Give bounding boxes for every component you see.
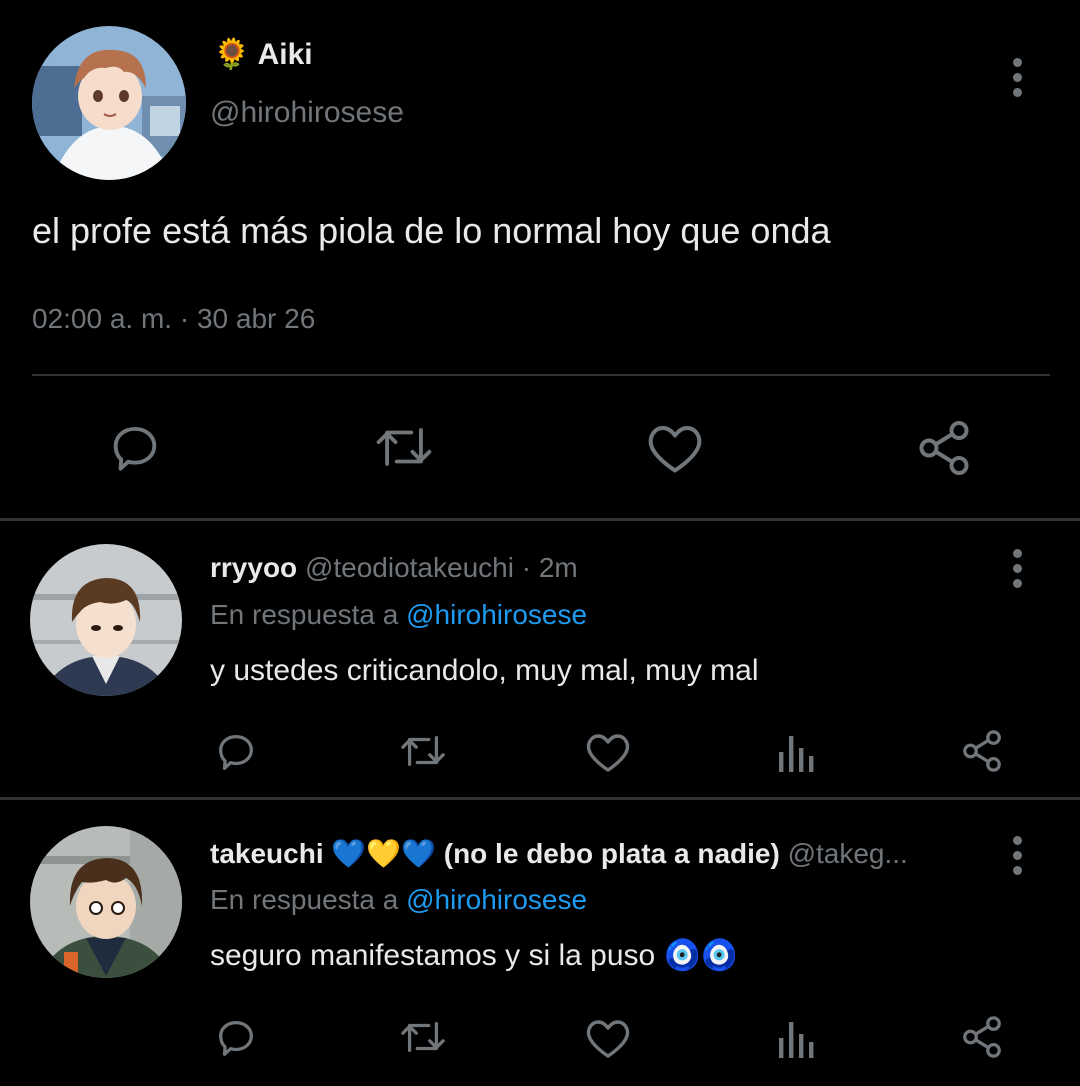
replying-to-handle[interactable]: @hirohirosese	[406, 884, 587, 915]
retweet-icon[interactable]	[369, 418, 439, 476]
author-name: Aiki	[257, 38, 313, 71]
reply-text: seguro manifestamos y si la puso 🧿🧿	[210, 939, 739, 972]
separator-dot: ·	[521, 552, 532, 583]
reply-text: y ustedes criticandolo, muy mal, muy mal	[210, 654, 759, 687]
like-icon[interactable]	[584, 1016, 632, 1060]
tweet-date: 30 abr 26	[196, 303, 316, 334]
section-divider	[0, 797, 1080, 800]
replying-to-label: En respuesta a	[210, 599, 399, 630]
divider	[32, 374, 1050, 376]
reply-icon[interactable]	[213, 728, 259, 774]
avatar[interactable]	[32, 26, 186, 180]
reply-header: takeuchi 💙💛💙 (no le debo plata a nadie) …	[210, 837, 990, 871]
like-icon[interactable]	[645, 420, 705, 476]
replying-to: En respuesta a @hirohirosese	[210, 883, 587, 917]
avatar[interactable]	[30, 826, 182, 978]
stats-icon[interactable]	[775, 732, 817, 772]
share-icon[interactable]	[959, 728, 1005, 774]
reply-header: rryyoo @teodiotakeuchi · 2m	[210, 551, 990, 585]
retweet-icon[interactable]	[396, 1014, 450, 1060]
tweet-time: 02:00 a. m.	[32, 303, 173, 334]
reply-icon[interactable]	[213, 1014, 259, 1060]
replying-to: En respuesta a @hirohirosese	[210, 598, 587, 632]
timestamp: 02:00 a. m. · 30 abr 26	[32, 302, 315, 336]
tweet-text: el profe está más piola de lo normal hoy…	[32, 210, 831, 251]
separator-dot: ·	[179, 303, 190, 334]
share-icon[interactable]	[914, 418, 974, 478]
reply-icon[interactable]	[106, 418, 164, 476]
name-emoji: 🌻	[213, 38, 251, 71]
reply-author-name[interactable]: rryyoo	[210, 552, 297, 583]
replying-to-handle[interactable]: @hirohirosese	[406, 599, 587, 630]
author-name-row[interactable]: 🌻 Aiki	[213, 38, 313, 72]
more-options-icon[interactable]	[1011, 549, 1023, 594]
like-icon[interactable]	[584, 730, 632, 774]
share-icon[interactable]	[959, 1014, 1005, 1060]
reply-author-name[interactable]: takeuchi 💙💛💙 (no le debo plata a nadie)	[210, 838, 780, 869]
stats-icon[interactable]	[775, 1018, 817, 1058]
replying-to-label: En respuesta a	[210, 884, 399, 915]
retweet-icon[interactable]	[396, 728, 450, 774]
author-handle[interactable]: @hirohirosese	[210, 96, 404, 130]
reply-time: 2m	[538, 552, 578, 583]
more-options-icon[interactable]	[1011, 58, 1023, 103]
avatar[interactable]	[30, 544, 182, 696]
reply-author-handle[interactable]: @takeg...	[788, 838, 908, 869]
reply-author-handle[interactable]: @teodiotakeuchi	[305, 552, 514, 583]
more-options-icon[interactable]	[1011, 836, 1023, 881]
section-divider	[0, 518, 1080, 521]
